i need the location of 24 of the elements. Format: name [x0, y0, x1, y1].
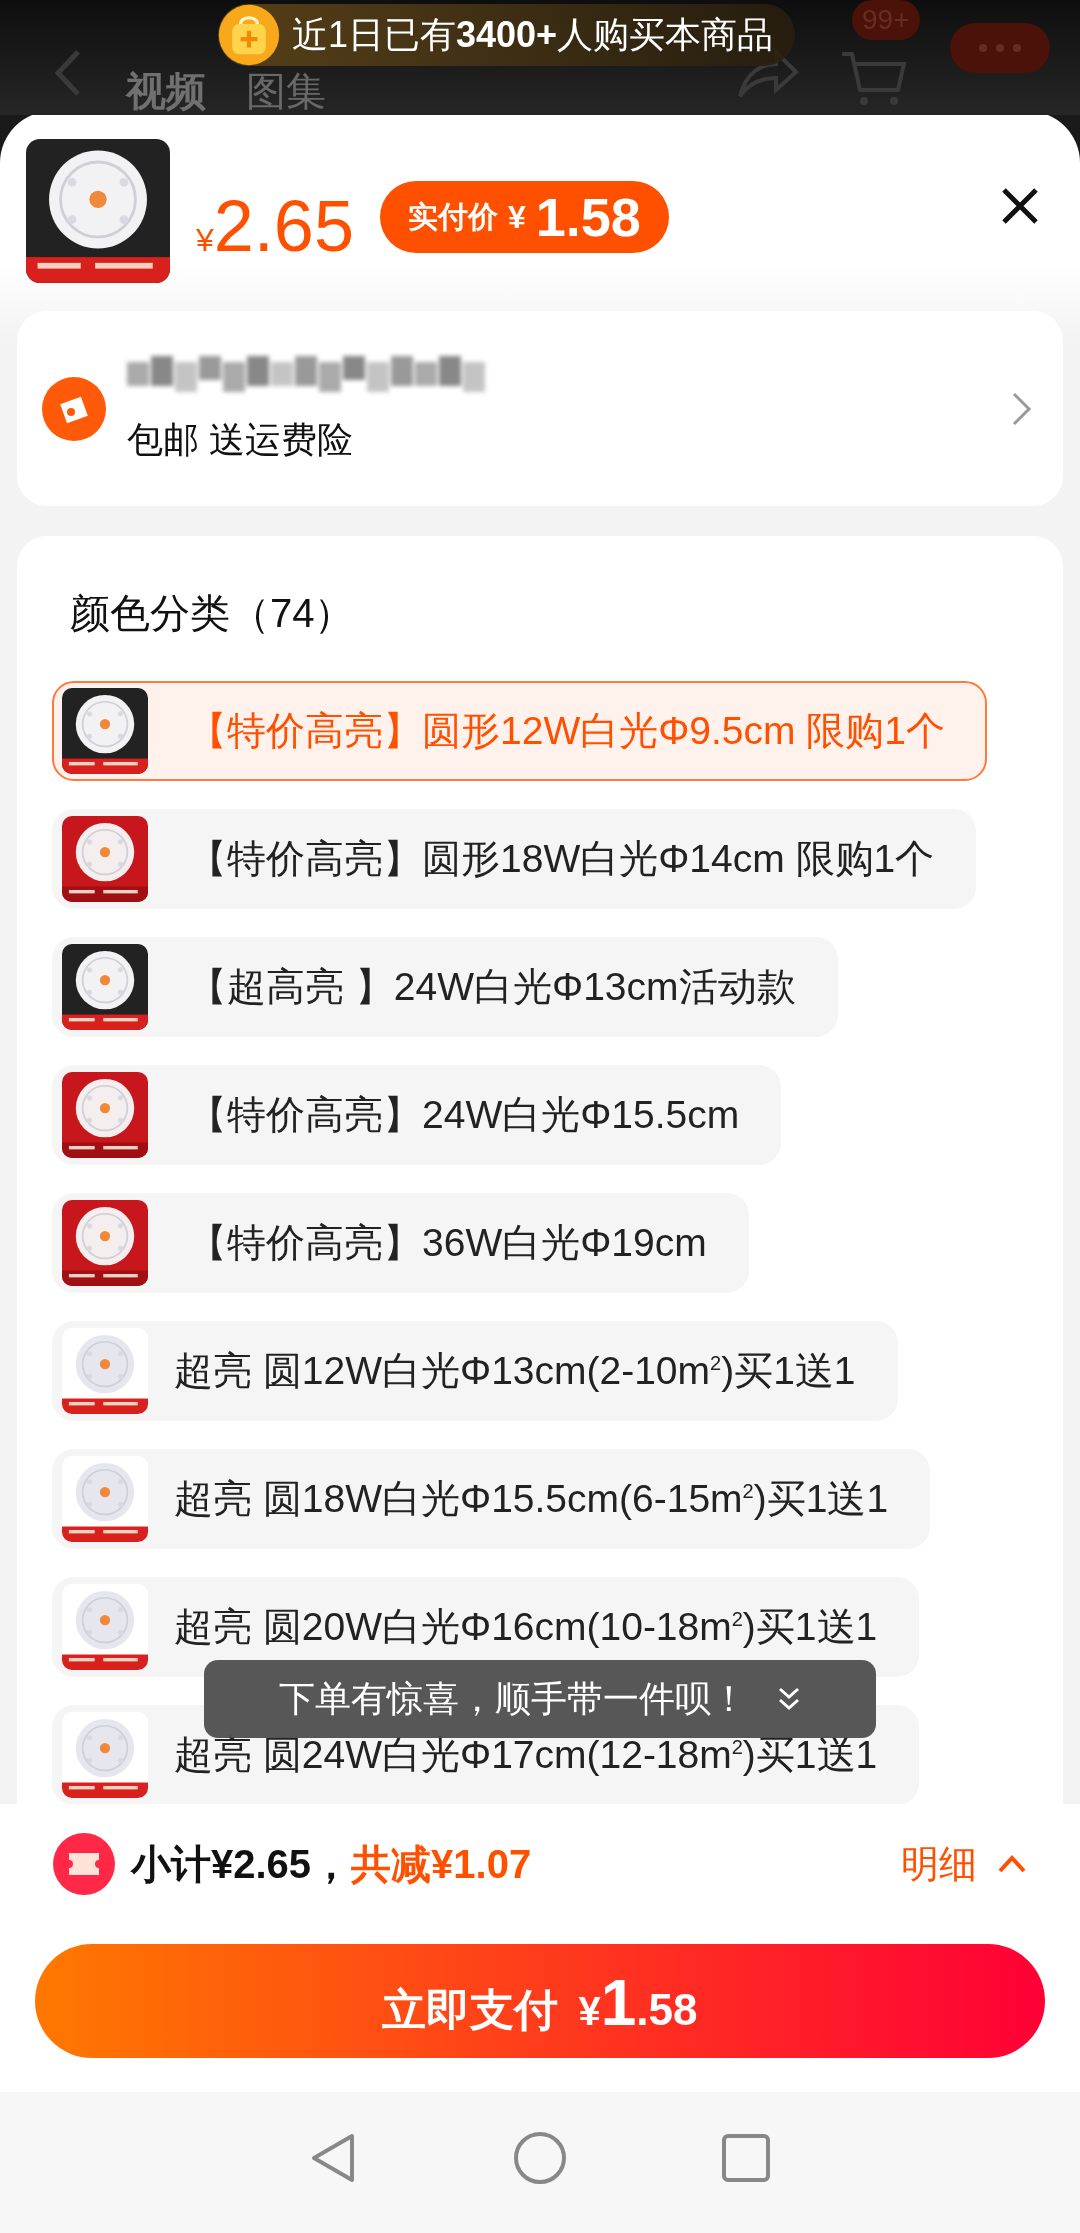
option-item[interactable]: 超亮 圆18W白光Φ15.5cm(6-15m$^{2}$)买1送1 [52, 1449, 931, 1549]
double-chevron-down-icon [777, 1686, 801, 1712]
pay-button[interactable]: 立即支付 ¥1.58 [35, 1944, 1045, 2058]
subtotal-text: 小计¥2.65， [131, 1840, 352, 1888]
options-title: 颜色分类（74） [70, 590, 356, 637]
option-item[interactable]: 【超高亮 】24W白光Φ13cm活动款 [52, 937, 838, 1037]
more-button[interactable] [950, 22, 1050, 73]
option-item[interactable]: 【特价高亮】圆形18W白光Φ14cm 限购1个 [52, 809, 977, 909]
option-item[interactable]: 超亮 圆12W白光Φ13cm(2-10m$^{2}$)买1送1 [52, 1321, 898, 1421]
option-item[interactable]: 【特价高亮】36W白光Φ19cm [52, 1193, 749, 1293]
close-icon[interactable] [1000, 186, 1040, 226]
shipping-card[interactable]: 包邮 送运费险 [17, 311, 1063, 506]
shopping-bag-icon [218, 4, 280, 66]
shipping-text: 包邮 送运费险 [127, 418, 354, 462]
option-item[interactable]: 【特价高亮】24W白光Φ15.5cm [52, 1065, 782, 1165]
final-price-badge: 实付价 ¥ 1.58 [379, 181, 669, 253]
discount-text: 共减¥1.07 [351, 1840, 532, 1888]
chevron-right-icon [1011, 390, 1033, 427]
location-icon [41, 375, 107, 442]
banner-text: 近1日已有3400+人购买本商品 [292, 12, 774, 57]
chevron-up-icon [997, 1854, 1027, 1874]
home-icon[interactable] [512, 2129, 568, 2186]
coupon-icon [53, 1833, 115, 1895]
price: ¥2.65 [196, 185, 354, 267]
